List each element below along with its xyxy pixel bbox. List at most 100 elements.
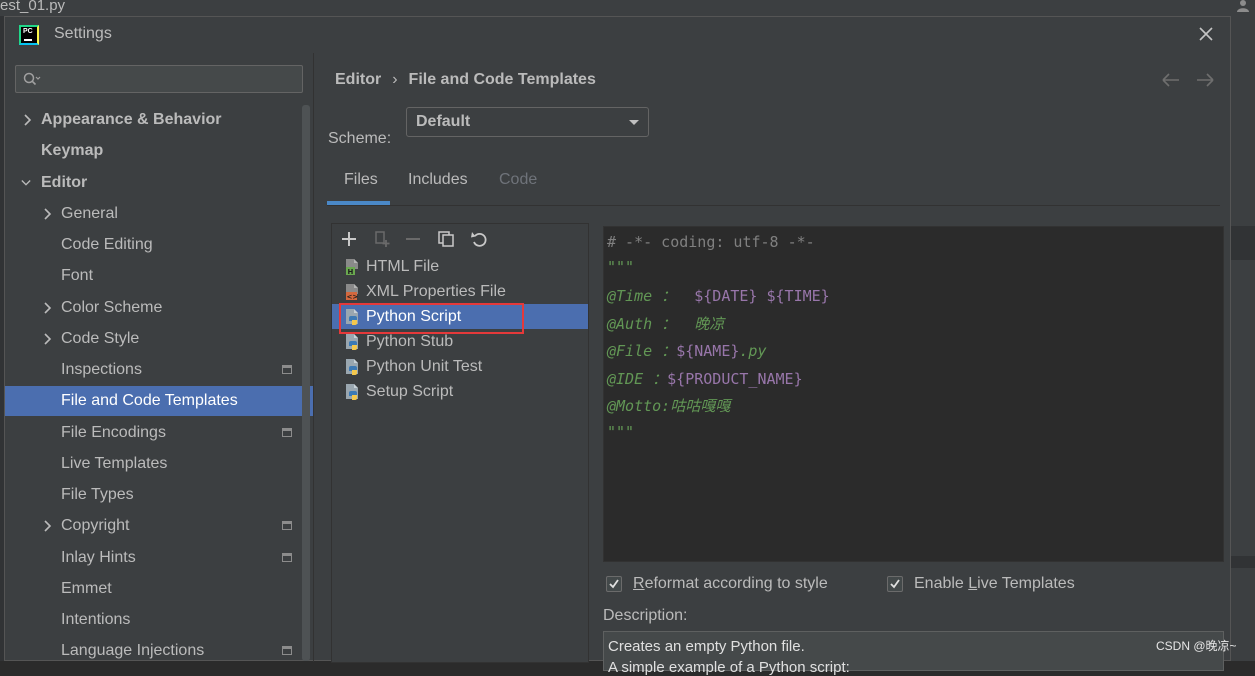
chevron-down-icon[interactable] <box>21 177 31 189</box>
forward-arrow-icon[interactable] <box>1197 73 1214 87</box>
project-settings-icon <box>282 365 292 374</box>
settings-tree-scrollbar[interactable] <box>302 105 310 661</box>
sidebar-item-code-editing[interactable]: Code Editing <box>5 230 305 260</box>
nav-arrows <box>1162 73 1214 87</box>
breadcrumb-parent[interactable]: Editor <box>335 71 381 88</box>
sidebar-item-emmet[interactable]: Emmet <box>5 574 305 604</box>
svg-text:H: H <box>348 268 354 275</box>
python-file-icon <box>346 334 358 350</box>
ide-right-edge <box>1231 16 1255 661</box>
project-settings-icon <box>282 646 292 655</box>
breadcrumb-current: File and Code Templates <box>408 71 596 88</box>
description-box[interactable]: Creates an empty Python file. A simple e… <box>603 631 1224 676</box>
sidebar-item-font[interactable]: Font <box>5 261 305 291</box>
tab-includes[interactable]: Includes <box>408 171 468 189</box>
sidebar-item-language-injections[interactable]: Language Injections <box>5 636 305 666</box>
svg-text:<>: <> <box>347 293 359 300</box>
breadcrumb-separator: › <box>392 71 398 88</box>
python-file-icon <box>346 359 358 375</box>
sidebar-item-label: Language Injections <box>61 642 205 659</box>
list-item-label: Python Stub <box>366 333 454 350</box>
settings-search-field[interactable] <box>15 65 303 93</box>
sidebar-item-label: Code Style <box>61 330 140 347</box>
back-arrow-icon[interactable] <box>1162 73 1179 87</box>
user-icon <box>1237 0 1249 12</box>
chevron-right-icon[interactable] <box>42 208 52 220</box>
list-item[interactable]: <> XML Properties File <box>332 279 588 304</box>
tab-files[interactable]: Files <box>344 171 378 189</box>
ide-window-title: est_01.py <box>0 0 66 14</box>
copy-icon[interactable] <box>437 230 455 248</box>
sidebar-item-label: General <box>61 205 118 222</box>
checkmark-icon <box>890 579 900 589</box>
sidebar-item-label: Code Editing <box>61 236 153 253</box>
sidebar-item-label: Intentions <box>61 611 131 628</box>
chevron-right-icon[interactable] <box>42 520 52 532</box>
checkmark-icon <box>609 579 619 589</box>
code-line: # -*- coding: utf-8 -*- <box>607 233 815 251</box>
chevron-right-icon[interactable] <box>42 302 52 314</box>
sidebar-item-label: File and Code Templates <box>61 392 238 409</box>
chevron-right-icon[interactable] <box>42 333 52 345</box>
sidebar-item-appearance-behavior[interactable]: Appearance & Behavior <box>5 105 305 135</box>
close-icon[interactable] <box>1198 26 1214 42</box>
list-item-label: Python Unit Test <box>366 358 483 375</box>
add-icon[interactable] <box>340 230 358 248</box>
sidebar-item-label: Editor <box>41 174 88 191</box>
sidebar-item-file-and-code-templates[interactable]: File and Code Templates <box>5 386 314 416</box>
scheme-label: Scheme: <box>328 130 392 147</box>
description-line: A simple example of a Python script: <box>608 659 850 676</box>
list-item[interactable]: Python Stub <box>332 329 588 354</box>
sidebar-item-keymap[interactable]: Keymap <box>5 136 305 166</box>
chevron-right-icon[interactable] <box>22 114 32 126</box>
sidebar-item-file-types[interactable]: File Types <box>5 480 305 510</box>
sidebar-item-label: File Encodings <box>61 424 166 441</box>
sidebar-item-file-encodings[interactable]: File Encodings <box>5 418 305 448</box>
live-templates-checkbox[interactable] <box>887 576 903 592</box>
sidebar-item-inspections[interactable]: Inspections <box>5 355 305 385</box>
settings-content-pane: Editor › File and Code Templates Scheme: D… <box>314 53 1230 676</box>
template-code-editor[interactable]: # -*- coding: utf-8 -*- """ @Time ： ${DA… <box>603 226 1224 562</box>
tabs-separator <box>327 205 1220 206</box>
templates-list-panel: H HTML File <> XML Properties File Pytho… <box>331 223 589 663</box>
list-item[interactable]: H HTML File <box>332 254 588 279</box>
remove-icon <box>406 238 420 240</box>
settings-dialog: PC Settings Appearance & Behavior Keymap… <box>4 16 1231 676</box>
project-settings-icon <box>282 521 292 530</box>
list-item-label: XML Properties File <box>366 283 506 300</box>
list-item[interactable]: Setup Script <box>332 379 588 404</box>
description-label: Description: <box>603 607 688 624</box>
watermark: CSDN @晚凉~ <box>1156 639 1237 653</box>
code-line: @Time ： ${DATE} ${TIME} <box>607 287 830 305</box>
templates-list: H HTML File <> XML Properties File Pytho… <box>332 254 588 404</box>
sidebar-item-color-scheme[interactable]: Color Scheme <box>5 293 305 323</box>
list-item-label: Python Script <box>366 308 462 325</box>
add-child-icon <box>375 231 390 247</box>
sidebar-item-inlay-hints[interactable]: Inlay Hints <box>5 543 305 573</box>
code-line: """ <box>607 423 635 441</box>
live-templates-label: Enable Live Templates <box>914 575 1075 592</box>
scheme-dropdown[interactable]: Default <box>406 107 649 137</box>
dialog-titlebar: PC Settings <box>5 17 1230 53</box>
list-item[interactable]: Python Script <box>332 304 588 329</box>
reset-icon[interactable] <box>470 230 488 248</box>
code-line: """ <box>607 258 635 276</box>
sidebar-item-editor[interactable]: Editor <box>5 168 305 198</box>
search-input[interactable] <box>48 69 292 91</box>
pycharm-logo-icon: PC <box>19 25 39 45</box>
dropdown-arrow-icon <box>629 120 639 125</box>
description-line: Creates an empty Python file. <box>608 638 805 655</box>
list-item[interactable]: Python Unit Test <box>332 354 588 379</box>
sidebar-item-code-style[interactable]: Code Style <box>5 324 305 354</box>
sidebar-item-copyright[interactable]: Copyright <box>5 511 305 541</box>
sidebar-item-intentions[interactable]: Intentions <box>5 605 305 635</box>
dialog-title: Settings <box>54 25 112 42</box>
sidebar-item-general[interactable]: General <box>5 199 305 229</box>
list-item-label: HTML File <box>366 258 440 275</box>
reformat-checkbox[interactable] <box>606 576 622 592</box>
breadcrumb: Editor › File and Code Templates <box>335 71 596 89</box>
ide-title-strip <box>0 0 1255 16</box>
sidebar-item-live-templates[interactable]: Live Templates <box>5 449 305 479</box>
project-settings-icon <box>282 428 292 437</box>
sidebar-item-label: Keymap <box>41 142 104 159</box>
